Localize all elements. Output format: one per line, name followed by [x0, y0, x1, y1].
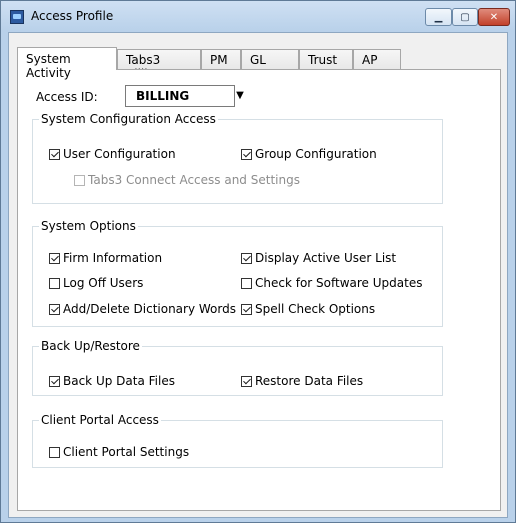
minimize-icon: ▁ [434, 11, 443, 23]
minimize-button[interactable]: ▁ [425, 8, 452, 26]
tab-pm[interactable]: PM [201, 49, 241, 69]
checkbox-label: Display Active User List [255, 251, 397, 265]
checkbox-label: Check for Software Updates [255, 276, 423, 290]
checkbox-label: Back Up Data Files [63, 374, 175, 388]
tab-ap[interactable]: AP [353, 49, 401, 69]
group-title: System Configuration Access [39, 112, 218, 126]
firm-information-checkbox[interactable]: Firm Information [49, 250, 162, 266]
checkbox-checked-icon [241, 375, 252, 387]
tab-strip: System Activity Tabs3 Billing PM GL Trus… [17, 47, 401, 81]
title-bar[interactable]: Access Profile ▁ ▢ ✕ [1, 1, 515, 31]
display-active-user-list-checkbox[interactable]: Display Active User List [241, 250, 396, 266]
checkbox-unchecked-icon [49, 446, 60, 458]
checkbox-checked-icon [49, 303, 60, 315]
checkbox-checked-icon [241, 303, 252, 315]
checkbox-label: Spell Check Options [255, 302, 376, 316]
chevron-down-icon[interactable]: ▼ [233, 88, 247, 104]
close-button[interactable]: ✕ [478, 8, 510, 26]
checkbox-label: Add/Delete Dictionary Words [63, 302, 236, 316]
tab-system-activity[interactable]: System Activity [17, 47, 117, 80]
tab-gl[interactable]: GL [241, 49, 299, 69]
access-id-combobox[interactable]: BILLING [125, 85, 235, 107]
app-icon [10, 10, 24, 24]
maximize-button[interactable]: ▢ [452, 8, 478, 26]
spell-check-options-checkbox[interactable]: Spell Check Options [241, 301, 375, 317]
group-title: System Options [39, 219, 138, 233]
checkbox-checked-icon [49, 148, 60, 160]
back-up-data-files-checkbox[interactable]: Back Up Data Files [49, 373, 175, 389]
client-portal-settings-checkbox[interactable]: Client Portal Settings [49, 444, 189, 460]
access-id-label: Access ID: [36, 90, 98, 104]
group-title: Client Portal Access [39, 413, 161, 427]
maximize-icon: ▢ [460, 11, 470, 23]
checkbox-label: User Configuration [63, 147, 176, 161]
tabs3-connect-access-checkbox[interactable]: Tabs3 Connect Access and Settings [74, 172, 300, 188]
checkbox-unchecked-icon [49, 277, 60, 289]
checkbox-checked-icon [241, 252, 252, 264]
checkbox-checked-icon [49, 375, 60, 387]
restore-data-files-checkbox[interactable]: Restore Data Files [241, 373, 363, 389]
checkbox-checked-icon [241, 148, 252, 160]
checkbox-unchecked-icon [241, 277, 252, 289]
group-configuration-checkbox[interactable]: Group Configuration [241, 146, 377, 162]
window-title: Access Profile [31, 9, 114, 23]
checkbox-label: Group Configuration [255, 147, 377, 161]
checkbox-label: Log Off Users [63, 276, 144, 290]
group-title: Back Up/Restore [39, 339, 142, 353]
checkbox-checked-icon [49, 252, 60, 264]
checkbox-unchecked-icon [74, 174, 85, 186]
tab-trust[interactable]: Trust [299, 49, 353, 69]
access-id-value: BILLING [136, 89, 190, 103]
check-for-software-updates-checkbox[interactable]: Check for Software Updates [241, 275, 422, 291]
checkbox-label: Client Portal Settings [63, 445, 190, 459]
tab-tabs3-billing[interactable]: Tabs3 Billing [117, 49, 201, 81]
checkbox-label: Firm Information [63, 251, 163, 265]
user-configuration-checkbox[interactable]: User Configuration [49, 146, 176, 162]
add-delete-dictionary-words-checkbox[interactable]: Add/Delete Dictionary Words [49, 301, 236, 317]
log-off-users-checkbox[interactable]: Log Off Users [49, 275, 143, 291]
access-profile-window: Access Profile ▁ ▢ ✕ System Activity Tab… [0, 0, 516, 523]
close-icon: ✕ [489, 11, 499, 23]
checkbox-label: Restore Data Files [255, 374, 364, 388]
checkbox-label: Tabs3 Connect Access and Settings [88, 173, 300, 187]
